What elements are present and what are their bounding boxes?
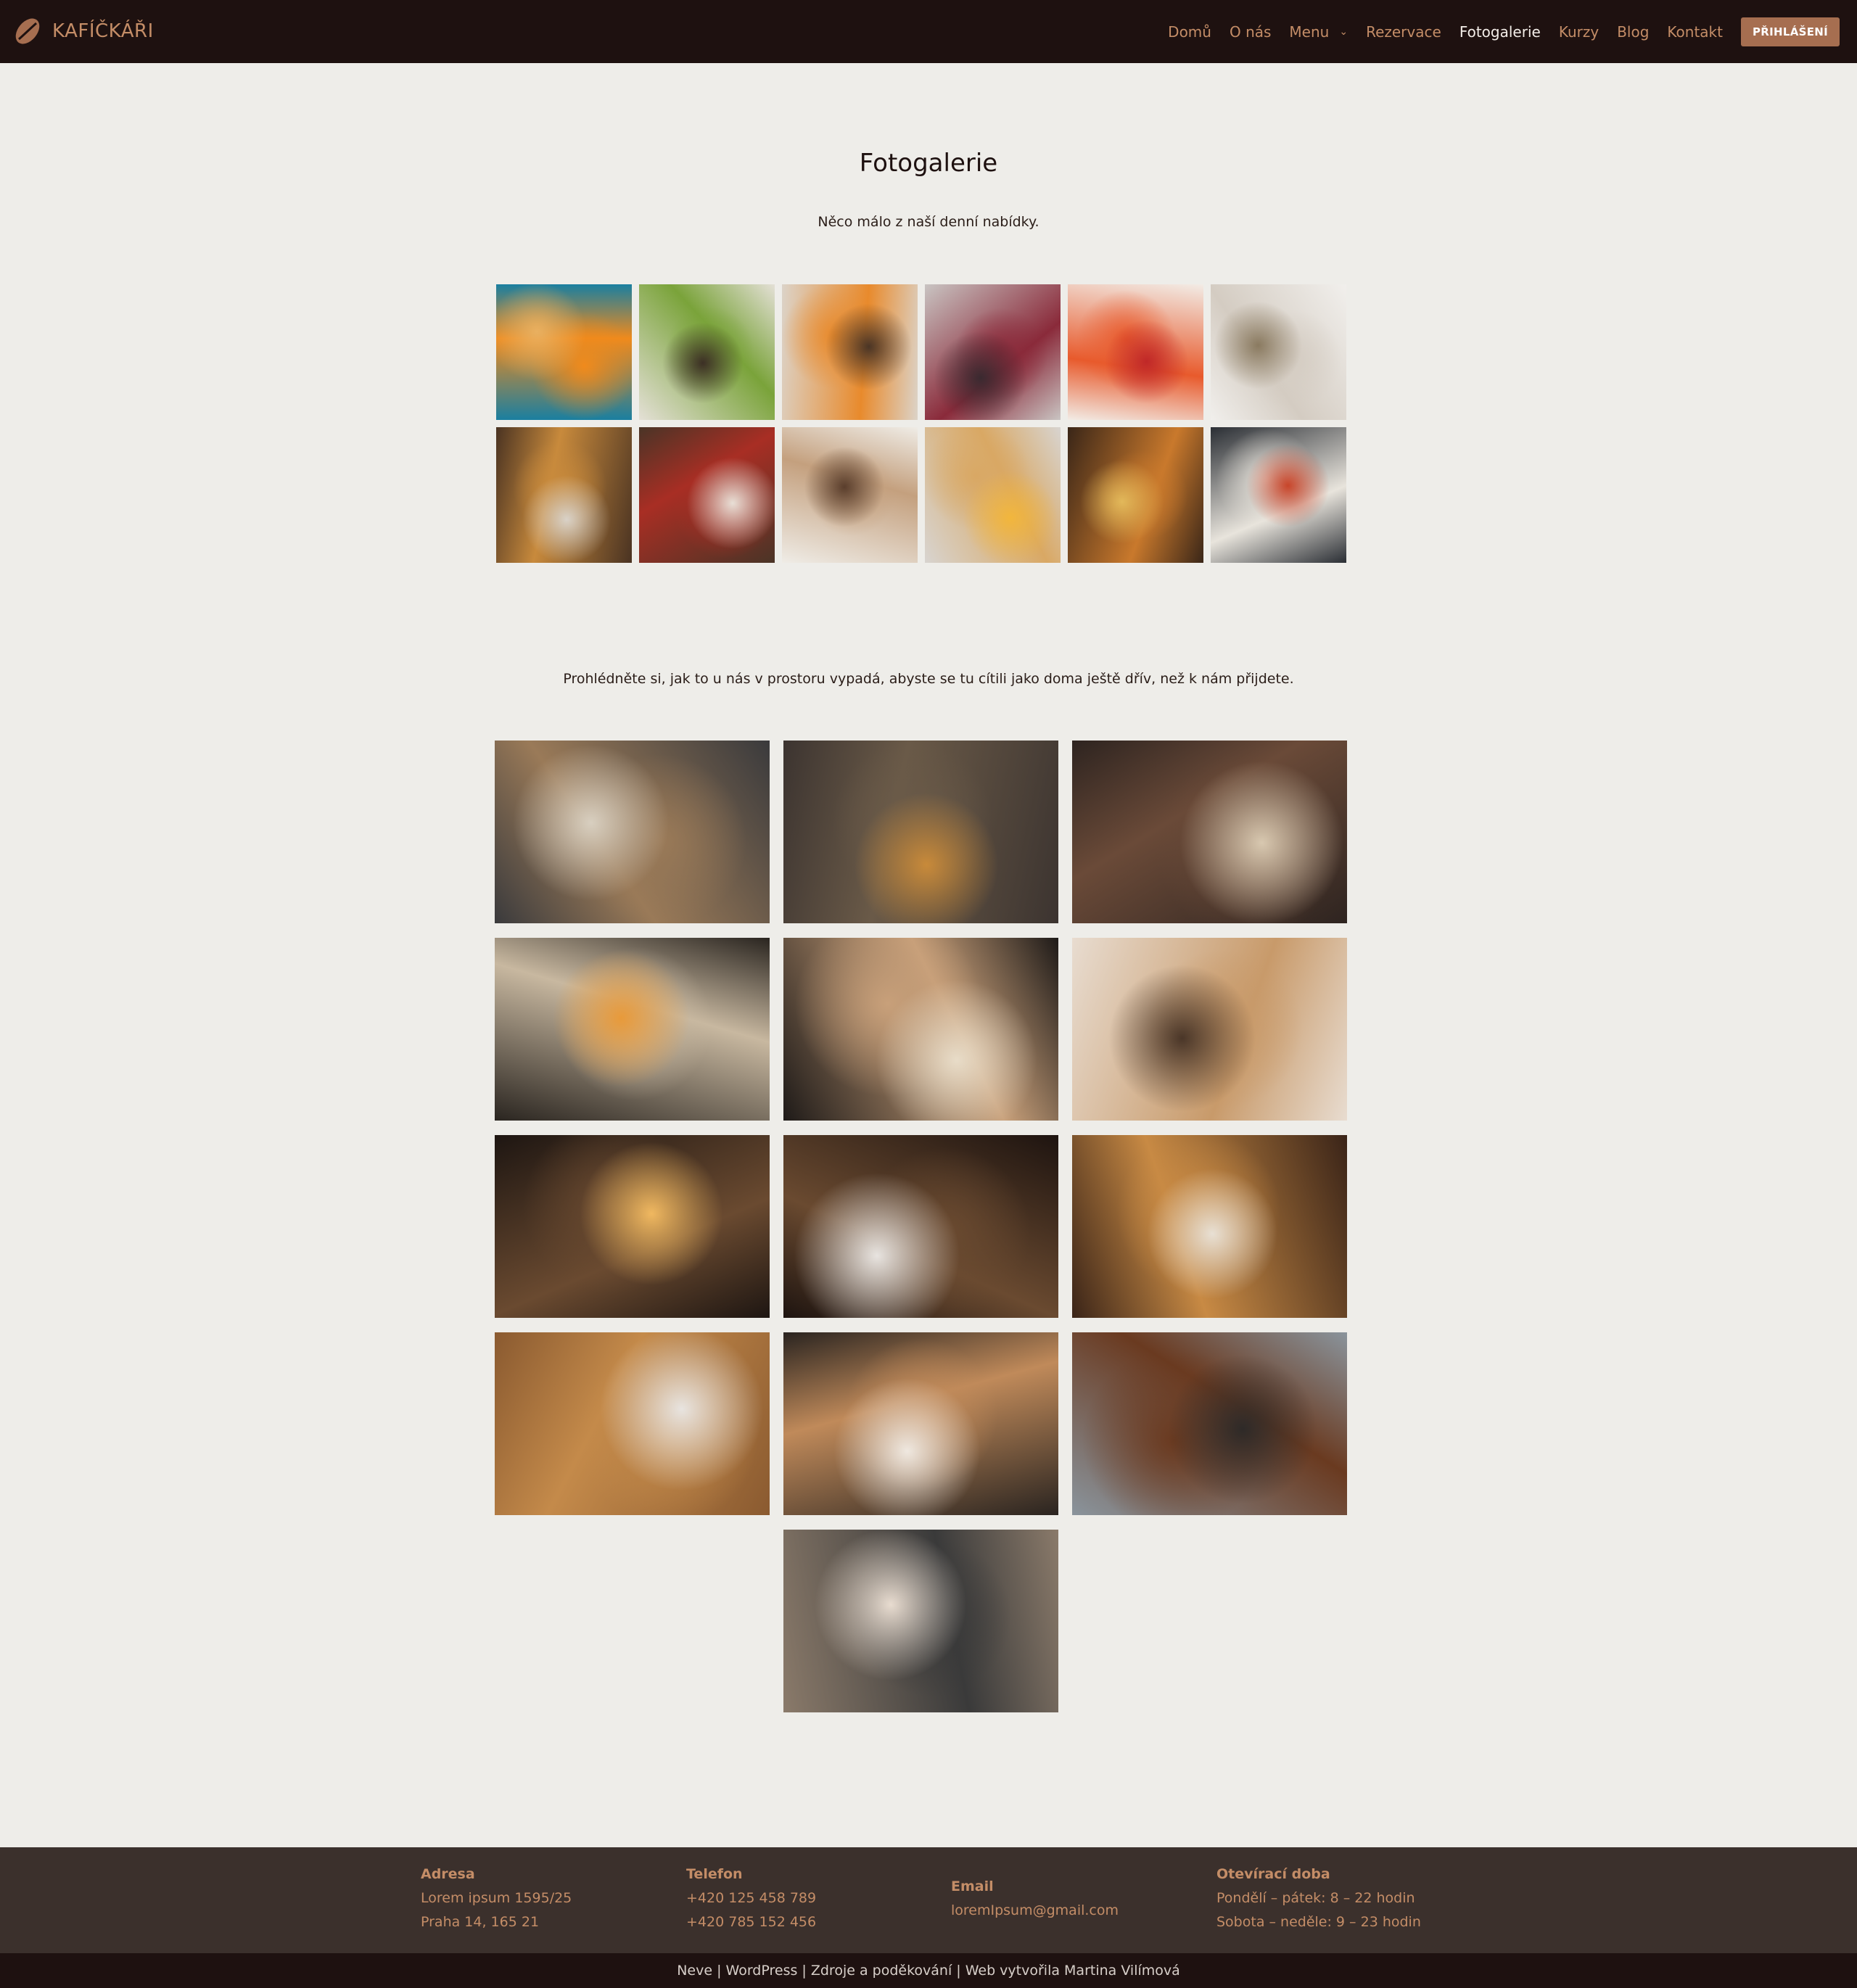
footer-phone-number[interactable]: +420 785 152 456 [686, 1910, 816, 1934]
busy-cafe-photo[interactable] [495, 741, 770, 923]
footer-email-heading: Email [951, 1878, 994, 1894]
espresso-machine-photo[interactable] [495, 938, 770, 1121]
footer-email: Email loremIpsum@gmail.com [951, 1847, 1119, 1953]
tea-press-photo[interactable] [496, 427, 632, 563]
breakfast-toast-photo[interactable] [925, 427, 1061, 563]
nav-item-fotogalerie[interactable]: Fotogalerie [1459, 23, 1541, 41]
gallery-intro-text: Něco málo z naší denní nabídky. [818, 214, 1039, 230]
turkish-tea-photo[interactable] [639, 427, 775, 563]
footer-email-link[interactable]: loremIpsum@gmail.com [951, 1899, 1119, 1923]
nav-item-kurzy[interactable]: Kurzy [1559, 23, 1599, 41]
footer-hours: Otevírací doba Pondělí – pátek: 8 – 22 h… [1216, 1847, 1421, 1953]
coffee-bean-icon [15, 18, 40, 44]
brand-name: KAFÍČKÁŘI [52, 20, 154, 42]
orange-juice-photo[interactable] [496, 284, 632, 420]
nav-item-domu[interactable]: Domů [1168, 23, 1211, 41]
interior-photo-gallery [495, 741, 1348, 1712]
nav-item-menu[interactable]: Menu ⌄ [1289, 23, 1348, 41]
nav-item-menu-label: Menu [1289, 22, 1330, 41]
edison-bulbs-photo[interactable] [495, 1135, 770, 1318]
iced-coffee-photo[interactable] [782, 427, 918, 563]
nav-item-kontakt[interactable]: Kontakt [1667, 23, 1723, 41]
berry-smoothie-photo[interactable] [925, 284, 1061, 420]
menu-photo-gallery [496, 284, 1346, 563]
coffee-cups-table-photo[interactable] [495, 1332, 770, 1515]
friends-sunset-photo[interactable] [1072, 938, 1347, 1121]
footer-hours-heading: Otevírací doba [1216, 1866, 1330, 1882]
footer-phone: Telefon +420 125 458 789 +420 785 152 45… [686, 1847, 816, 1953]
nav-item-blog[interactable]: Blog [1617, 23, 1649, 41]
coffee-cup-beans-photo[interactable] [783, 1135, 1058, 1318]
main-nav: Domů O nás Menu ⌄ Rezervace Fotogalerie … [1150, 0, 1840, 63]
interior-intro-text: Prohlédněte si, jak to u nás v prostoru … [563, 671, 1294, 687]
footer-hours-line: Sobota – neděle: 9 – 23 hodin [1216, 1914, 1421, 1930]
green-smoothie-photo[interactable] [639, 284, 775, 420]
woman-at-window-photo[interactable] [783, 741, 1058, 923]
chevron-down-icon: ⌄ [1339, 25, 1349, 38]
portafilter-photo[interactable] [1072, 1332, 1347, 1515]
latte-toast-photo[interactable] [783, 1332, 1058, 1515]
milk-pouring-photo[interactable] [783, 1530, 1058, 1712]
flower-tea-photo[interactable] [1211, 284, 1346, 420]
footer-address: Adresa Lorem ipsum 1595/25 Praha 14, 165… [421, 1847, 572, 1953]
site-logo[interactable]: KAFÍČKÁŘI [12, 15, 154, 48]
page-title: Fotogalerie [859, 149, 998, 178]
copyright-bar: Neve | WordPress | Zdroje a poděkování |… [0, 1953, 1857, 1988]
latte-art-cup-photo[interactable] [1072, 1135, 1347, 1318]
orange-drink-photo[interactable] [782, 284, 918, 420]
bread-shelf-photo[interactable] [783, 938, 1058, 1121]
footer-hours-line: Pondělí – pátek: 8 – 22 hodin [1216, 1890, 1415, 1906]
cafe-interior-photo[interactable] [1072, 741, 1347, 923]
footer-address-line: Lorem ipsum 1595/25 [421, 1890, 572, 1906]
nav-item-rezervace[interactable]: Rezervace [1366, 23, 1441, 41]
site-header: KAFÍČKÁŘI Domů O nás Menu ⌄ Rezervace Fo… [0, 0, 1857, 63]
english-breakfast-photo[interactable] [1211, 427, 1346, 563]
breakfast-table-photo[interactable] [1068, 427, 1203, 563]
footer-address-line: Praha 14, 165 21 [421, 1914, 540, 1930]
footer-phone-number[interactable]: +420 125 458 789 [686, 1886, 816, 1910]
footer-address-heading: Adresa [421, 1866, 475, 1882]
strawberry-lemonade-photo[interactable] [1068, 284, 1203, 420]
site-footer: Adresa Lorem ipsum 1595/25 Praha 14, 165… [0, 1847, 1857, 1953]
footer-phone-heading: Telefon [686, 1866, 743, 1882]
nav-item-o-nas[interactable]: O nás [1230, 23, 1271, 41]
login-button[interactable]: PŘIHLÁŠENÍ [1740, 17, 1840, 46]
